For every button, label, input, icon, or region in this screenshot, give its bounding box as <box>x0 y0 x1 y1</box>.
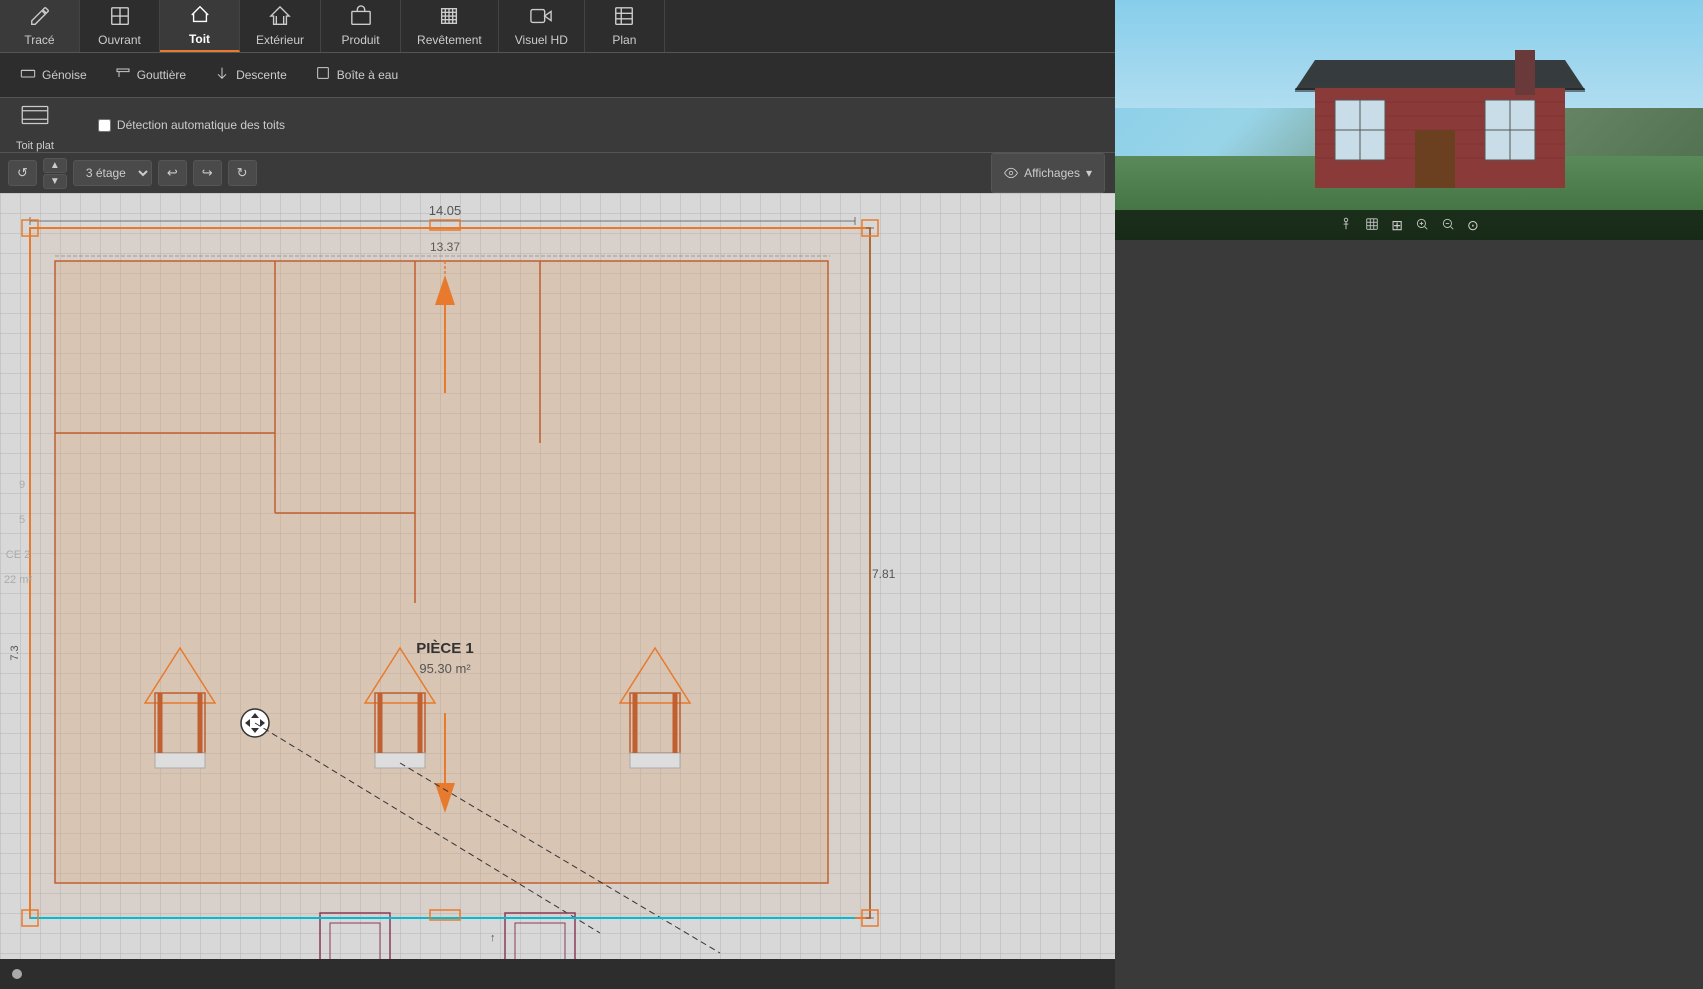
status-dot <box>12 969 22 979</box>
3d-layout-icon[interactable]: ⊞ <box>1391 217 1403 234</box>
ouvrant-icon <box>109 5 131 31</box>
toolbar-toit-label: Toit <box>189 32 210 46</box>
detection-checkbox[interactable] <box>98 119 111 132</box>
toolbar-trace[interactable]: Tracé <box>0 0 80 52</box>
rotate-btn[interactable]: ↺ <box>8 160 37 186</box>
revetement-icon <box>438 5 460 31</box>
affichages-btn[interactable]: Affichages ▾ <box>991 153 1105 193</box>
boite-eau-icon <box>315 65 331 86</box>
side-label-4: 22 m² <box>4 574 32 586</box>
side-label-2: 5 <box>19 514 25 526</box>
bottom-bar <box>0 959 1115 989</box>
affichages-chevron: ▾ <box>1086 166 1092 180</box>
descente-btn[interactable]: Descente <box>202 60 299 91</box>
toolbar-plan[interactable]: Plan <box>585 0 665 52</box>
stage-select[interactable]: 3 étage 2 étage 1 étage <box>73 160 152 186</box>
floor-plan-svg: 14.05 13.37 7.81 7.3 <box>0 193 1115 989</box>
gouttiere-label: Gouttière <box>137 68 186 82</box>
toit-plat-item[interactable]: Toit plat <box>8 94 62 156</box>
refresh-btn[interactable]: ↻ <box>228 160 257 186</box>
3d-view <box>1115 0 1703 240</box>
boite-eau-btn[interactable]: Boîte à eau <box>303 60 410 91</box>
toolbar-exterieur-label: Extérieur <box>256 33 304 47</box>
canvas-toolbar: ↺ ▲ ▼ 3 étage 2 étage 1 étage ↩ ↪ ↻ <box>0 153 588 193</box>
side-label-3: CE 2 <box>6 549 30 561</box>
toolbar-revetement[interactable]: Revêtement <box>401 0 499 52</box>
toolbar-visuel-hd-label: Visuel HD <box>515 33 568 47</box>
3d-person-icon[interactable] <box>1339 217 1353 234</box>
side-label-1: 9 <box>19 479 25 491</box>
detection-check: Détection automatique des toits <box>98 118 285 132</box>
3d-view-toolbar: ⊞ ⊙ <box>1115 210 1703 240</box>
toit-plat-icon <box>18 98 52 138</box>
toolbar-produit[interactable]: Produit <box>321 0 401 52</box>
detection-label: Détection automatique des toits <box>117 118 285 132</box>
canvas-area: 14.05 13.37 7.81 7.3 <box>0 193 1115 989</box>
cursor-pos: ↑ <box>490 932 496 944</box>
exterieur-icon <box>269 5 291 31</box>
3d-grid-icon[interactable] <box>1365 217 1379 234</box>
toolbar-visuel-hd[interactable]: Visuel HD <box>499 0 585 52</box>
toit-plat-label: Toit plat <box>16 140 54 152</box>
toolbar-trace-label: Tracé <box>24 33 54 47</box>
toolbar-produit-label: Produit <box>342 33 380 47</box>
floor-up-btn[interactable]: ▲ <box>43 158 67 173</box>
redo-btn[interactable]: ↪ <box>193 160 222 186</box>
floor-down-btn[interactable]: ▼ <box>43 174 67 189</box>
toolbar-plan-label: Plan <box>612 33 636 47</box>
toit-icon <box>189 4 211 30</box>
descente-label: Descente <box>236 68 287 82</box>
toolbar-ouvrant-label: Ouvrant <box>98 33 141 47</box>
dim-right-label: 7.81 <box>872 567 896 581</box>
descente-icon <box>214 65 230 86</box>
genoise-icon <box>20 65 36 86</box>
room-area-text: 95.30 m² <box>419 661 471 676</box>
right-panel-bottom <box>1115 240 1703 989</box>
undo-btn[interactable]: ↩ <box>158 160 187 186</box>
plan-icon <box>613 5 635 31</box>
toolbar-toit[interactable]: Toit <box>160 0 240 52</box>
3d-target-icon[interactable]: ⊙ <box>1467 217 1479 234</box>
dim-top-label: 14.05 <box>429 203 462 218</box>
boite-eau-label: Boîte à eau <box>337 68 398 82</box>
3d-zoom-out-icon[interactable] <box>1441 217 1455 234</box>
room-name-text: PIÈCE 1 <box>416 640 474 657</box>
affichages-label: Affichages <box>1024 166 1080 180</box>
trace-icon <box>29 5 51 31</box>
dim-left-label: 7.3 <box>9 645 21 660</box>
visuel-hd-icon <box>530 5 552 31</box>
3d-zoom-in-icon[interactable] <box>1415 217 1429 234</box>
produit-icon <box>350 5 372 31</box>
gouttiere-btn[interactable]: Gouttière <box>103 60 198 91</box>
genoise-btn[interactable]: Génoise <box>8 60 99 91</box>
toolbar-exterieur[interactable]: Extérieur <box>240 0 321 52</box>
genoise-label: Génoise <box>42 68 87 82</box>
gouttiere-icon <box>115 65 131 86</box>
toolbar-ouvrant[interactable]: Ouvrant <box>80 0 160 52</box>
right-panel-3d: ⊞ ⊙ <box>1115 0 1703 240</box>
toolbar-revetement-label: Revêtement <box>417 33 482 47</box>
